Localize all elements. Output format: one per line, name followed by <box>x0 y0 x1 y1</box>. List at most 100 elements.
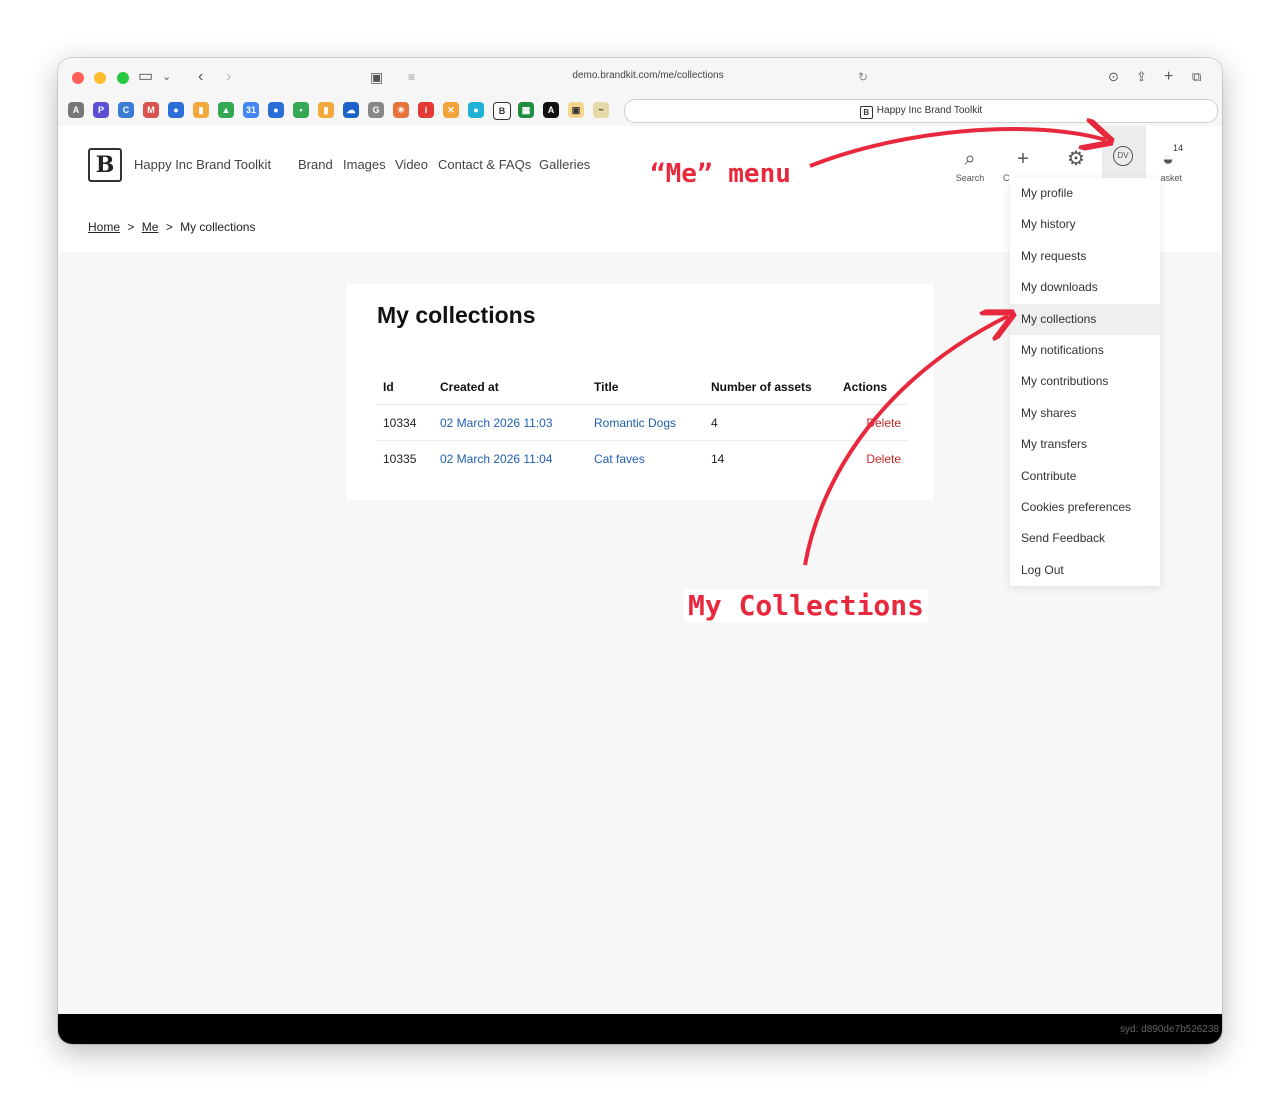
maximize-window-button[interactable] <box>116 72 129 84</box>
back-icon[interactable]: ‹ <box>198 67 203 87</box>
reader-icon[interactable]: ≡ <box>408 67 415 87</box>
tab-title: Happy Inc Brand Toolkit <box>876 105 983 116</box>
favorite-icon[interactable]: ● <box>468 102 484 118</box>
window-controls <box>72 71 135 89</box>
nav-item-contact-faqs[interactable]: Contact & FAQs <box>438 157 531 172</box>
chevron-down-icon[interactable]: ⌄ <box>162 67 171 87</box>
table-row: 10335 02 March 2026 11:04 Cat faves 14 D… <box>376 440 908 476</box>
collections-table: Id Created at Title Number of assets Act… <box>376 370 908 476</box>
menu-item-my-downloads[interactable]: My downloads <box>1010 272 1160 303</box>
favorite-icon[interactable]: M <box>143 102 159 118</box>
menu-item-contribute[interactable]: Contribute <box>1010 461 1160 492</box>
collection-asset-count: 14 <box>704 440 836 476</box>
my-collections-annotation: My Collections <box>684 589 929 622</box>
me-menu-annotation: “Me” menu <box>646 159 795 189</box>
favorite-icon[interactable]: ▮ <box>318 102 334 118</box>
forward-icon[interactable]: › <box>226 67 231 87</box>
nav-item-images[interactable]: Images <box>343 157 386 172</box>
favorite-icon[interactable]: ● <box>168 102 184 118</box>
menu-item-my-shares[interactable]: My shares <box>1010 398 1160 429</box>
table-row: 10334 02 March 2026 11:03 Romantic Dogs … <box>376 404 908 441</box>
collection-title-link[interactable]: Cat faves <box>587 440 704 476</box>
favorite-icon[interactable]: ✕ <box>443 102 459 118</box>
search-label: Search <box>955 173 985 183</box>
close-window-button[interactable] <box>72 72 84 84</box>
favorite-icon[interactable]: G <box>368 102 384 118</box>
menu-item-cookies-preferences[interactable]: Cookies preferences <box>1010 492 1160 523</box>
brand-name[interactable]: Happy Inc Brand Toolkit <box>134 157 271 172</box>
address-bar[interactable]: demo.brandkit.com/me/collections <box>478 70 818 81</box>
favorite-icon[interactable]: ▮ <box>193 102 209 118</box>
delete-collection-button[interactable]: Delete <box>836 440 908 476</box>
browser-titlebar: ▭ ⌄ ‹ › ▣ ≡ demo.brandkit.com/me/collect… <box>58 58 1222 96</box>
page-title: My collections <box>377 302 536 328</box>
menu-item-my-contributions[interactable]: My contributions <box>1010 366 1160 397</box>
active-tab[interactable]: B Happy Inc Brand Toolkit <box>624 99 1218 123</box>
share-icon[interactable]: ⇪ <box>1136 67 1147 87</box>
search-button[interactable]: ⌕ Search <box>950 148 990 183</box>
favorite-icon[interactable]: ▣ <box>568 102 584 118</box>
favorite-icon[interactable]: A <box>543 102 559 118</box>
favorite-icon[interactable]: ● <box>268 102 284 118</box>
favorite-icon[interactable]: P <box>93 102 109 118</box>
menu-item-my-requests[interactable]: My requests <box>1010 241 1160 272</box>
favorite-icon[interactable]: ~ <box>593 102 609 118</box>
menu-item-my-history[interactable]: My history <box>1010 209 1160 240</box>
breadcrumb-separator: > <box>165 220 173 234</box>
menu-item-my-profile[interactable]: My profile <box>1010 178 1160 209</box>
nav-item-galleries[interactable]: Galleries <box>539 157 590 172</box>
new-tab-icon[interactable]: + <box>1164 67 1173 87</box>
tab-layout-icon[interactable]: ▣ <box>370 67 383 87</box>
build-id: syd: d890de7b526238 <box>1120 1024 1219 1035</box>
search-icon: ⌕ <box>964 148 976 170</box>
nav-item-brand[interactable]: Brand <box>298 157 333 172</box>
favorite-icon[interactable]: ▪ <box>293 102 309 118</box>
breadcrumb: Home > Me > My collections <box>88 220 255 234</box>
browser-window: ▭ ⌄ ‹ › ▣ ≡ demo.brandkit.com/me/collect… <box>58 58 1222 1044</box>
column-header-number-of-assets: Number of assets <box>711 380 812 394</box>
collection-title-link[interactable]: Romantic Dogs <box>587 404 704 441</box>
menu-item-send-feedback[interactable]: Send Feedback <box>1010 523 1160 554</box>
favorites-bar: A P C M ● ▮ ▲ 31 ● ▪ ▮ ☁ G ✳ i ✕ ● B ▦ A… <box>58 96 1222 127</box>
collection-id: 10335 <box>376 440 433 476</box>
menu-item-my-notifications[interactable]: My notifications <box>1010 335 1160 366</box>
avatar: DV <box>1113 146 1133 166</box>
favorite-icon[interactable]: B <box>493 102 511 120</box>
tab-overview-icon[interactable]: ⧉ <box>1192 67 1201 87</box>
favorite-icon[interactable]: ▲ <box>218 102 234 118</box>
collection-created-at-link[interactable]: 02 March 2026 11:03 <box>433 404 587 441</box>
site-footer: syd: d890de7b526238 <box>58 1014 1222 1044</box>
menu-item-log-out[interactable]: Log Out <box>1010 555 1160 586</box>
column-header-title: Title <box>594 380 619 394</box>
reload-icon[interactable]: ↻ <box>858 67 868 87</box>
favorite-icon[interactable]: ✳ <box>393 102 409 118</box>
basket-count-badge: 14 <box>1173 143 1184 153</box>
collection-created-at-link[interactable]: 02 March 2026 11:04 <box>433 440 587 476</box>
column-header-created-at: Created at <box>440 380 499 394</box>
collection-id: 10334 <box>376 404 433 441</box>
brand-logo-icon[interactable]: B <box>88 148 122 182</box>
me-dropdown-menu: My profile My history My requests My dow… <box>1010 178 1160 587</box>
download-icon[interactable]: ⊙ <box>1108 67 1119 87</box>
collection-asset-count: 4 <box>704 404 836 441</box>
delete-collection-button[interactable]: Delete <box>836 404 908 441</box>
favorite-icon[interactable]: 31 <box>243 102 259 118</box>
menu-item-my-collections[interactable]: My collections <box>1010 303 1160 335</box>
favorite-icon[interactable]: A <box>68 102 84 118</box>
sidebar-toggle-icon[interactable]: ▭ <box>138 67 153 87</box>
brand-logo-icon: B <box>859 106 873 119</box>
settings-button[interactable]: ⚙ <box>1056 148 1096 170</box>
favorite-icon[interactable]: C <box>118 102 134 118</box>
plus-icon: + <box>1017 148 1029 170</box>
breadcrumb-current: My collections <box>180 220 256 234</box>
minimize-window-button[interactable] <box>94 72 107 84</box>
favorite-icon[interactable]: i <box>418 102 434 118</box>
breadcrumb-me[interactable]: Me <box>142 220 159 234</box>
menu-item-my-transfers[interactable]: My transfers <box>1010 429 1160 460</box>
favorite-icon[interactable]: ▦ <box>518 102 534 118</box>
breadcrumb-home[interactable]: Home <box>88 220 120 234</box>
nav-item-video[interactable]: Video <box>395 157 428 172</box>
favorite-icon[interactable]: ☁ <box>343 102 359 118</box>
breadcrumb-separator: > <box>127 220 135 234</box>
column-header-id: Id <box>383 380 394 394</box>
